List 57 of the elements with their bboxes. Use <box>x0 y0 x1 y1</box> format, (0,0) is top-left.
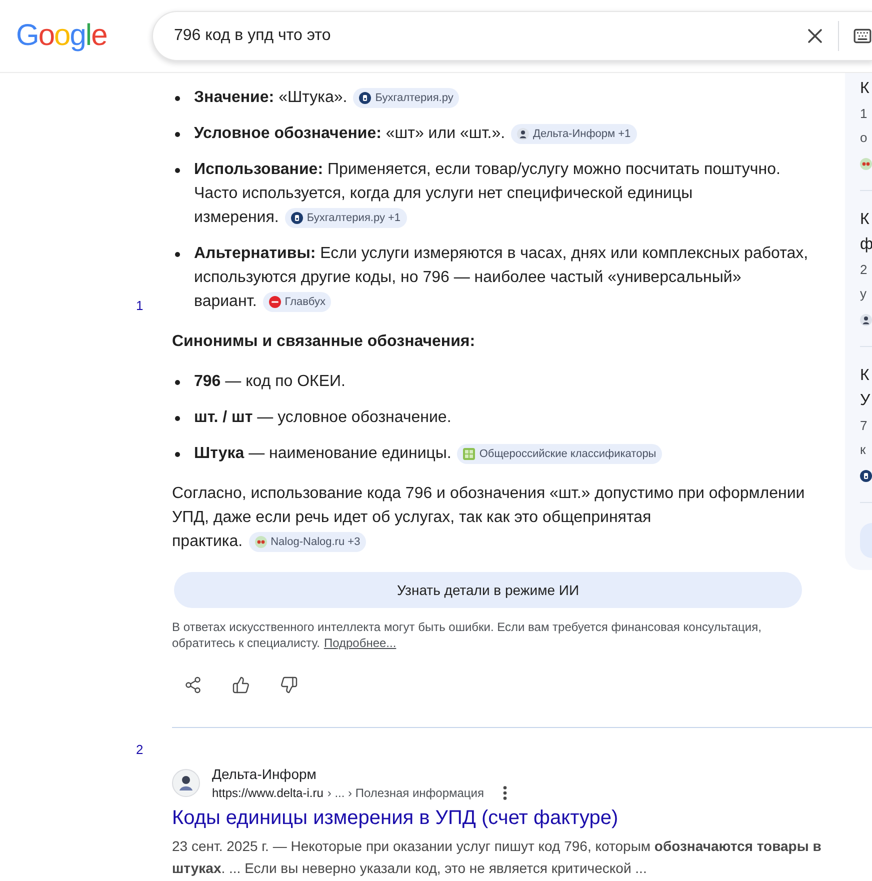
source-chip[interactable]: Бухгалтерия.ру <box>353 88 460 108</box>
favicon-icon[interactable] <box>172 769 200 797</box>
bullet-text: Альтернативы: Если услуги измеряются в часах, днях или комплексных работах, используются другие коды, но 796 — наиболее частый «универсальный» вариант. Главбух <box>194 244 810 314</box>
card-title[interactable]: К <box>860 363 872 388</box>
disclaimer-text: В ответах искусственного интеллекта могут быть ошибки. Если вам требуется финансовая консультация, обратитесь к специалисту. Подробнее... <box>172 619 762 651</box>
source-chip[interactable]: Дельта-Информ +1 <box>511 124 637 144</box>
logo-icon <box>290 212 303 224</box>
grid-icon <box>463 448 476 460</box>
bullet-text: Значение: «Штука». Бухгалтерия.ру <box>194 86 817 110</box>
bullet-icon <box>175 96 180 100</box>
result-title[interactable]: Коды единицы измерения в УПД (счет фактуре) <box>172 805 618 831</box>
bullet-icon <box>175 416 180 420</box>
logo-icon <box>860 158 872 170</box>
section-heading: Синонимы и связанные обозначения: <box>172 332 476 352</box>
google-logo[interactable]: Google <box>16 19 106 53</box>
card-snippet: 2 <box>860 261 868 279</box>
bullet-text: Использование: Применяется, если товар/услугу можно посчитать поштучно. Часто используется, когда для услуги нет специфической единицы измерения. Бухгалтерия.ру +1 <box>194 160 782 230</box>
bullet-icon <box>175 380 180 384</box>
card-snippet: у <box>860 285 868 303</box>
avatar-icon <box>860 314 872 326</box>
bullet-icon <box>175 252 180 256</box>
source-chip[interactable]: Nalog-Nalog.ru +3 <box>248 532 366 552</box>
source-chip[interactable]: Бухгалтерия.ру +1 <box>284 208 407 228</box>
card-title[interactable]: К <box>860 207 872 232</box>
thumbs-up-icon <box>232 676 250 694</box>
bullet-text: шт. / шт — условное обозначение. <box>194 408 452 428</box>
bullet-text: 796 — код по ОКЕИ. <box>194 372 346 392</box>
bullet-icon <box>175 132 180 136</box>
card-title[interactable]: У <box>860 388 872 413</box>
search-input[interactable]: 796 код в упд что это <box>174 24 803 48</box>
card-snippet: 7 <box>860 417 868 435</box>
ai-mode-button[interactable]: Узнать детали в режиме ИИ <box>174 572 802 608</box>
result-url: https://www.delta-i.ru <box>212 785 324 802</box>
card-title[interactable]: К <box>860 76 872 101</box>
card-snippet: 1 <box>860 105 868 123</box>
result-number: 2 <box>136 742 144 758</box>
bullet-icon <box>175 168 180 172</box>
source-chip[interactable]: Главбух <box>262 292 332 312</box>
avatar-icon <box>517 128 530 140</box>
result-number: 1 <box>136 298 144 314</box>
bullet-text: Штука — наименование единицы. Общероссийские классификаторы <box>194 442 817 466</box>
search-field[interactable]: 796 код в упд что это <box>152 11 872 61</box>
card-snippet: к <box>860 441 867 459</box>
bullet-text: Условное обозначение: «шт» или «шт.». Дельта-Информ +1 <box>194 122 817 146</box>
bullet-icon <box>175 452 180 456</box>
logo-icon <box>254 536 267 548</box>
learn-more-link[interactable]: Подробнее... <box>324 636 396 650</box>
summary-text: Согласно, использование кода 796 и обозначения «шт.» допустимо при оформлении УПД, даже если речь идет об услугах, так как это общепринятая практика. Nalog-Nalog.ru +3 <box>172 484 806 554</box>
share-icon <box>184 676 202 694</box>
thumbs-down-icon <box>280 676 298 694</box>
source-chip[interactable]: Общероссийские классификаторы <box>457 444 662 464</box>
logo-icon <box>268 296 281 308</box>
card-snippet: о <box>860 129 868 147</box>
site-name[interactable]: Дельта-Информ <box>212 764 316 784</box>
logo-icon <box>359 92 372 104</box>
result-breadcrumb: › ... › Полезная информация <box>327 785 484 802</box>
result-snippet: 23 сент. 2025 г. — Некоторые при оказании услуг пишут код 796, которым обозначаются товары в штуках. ... Если вы неверно указали код, это не является критической ... <box>172 837 822 878</box>
